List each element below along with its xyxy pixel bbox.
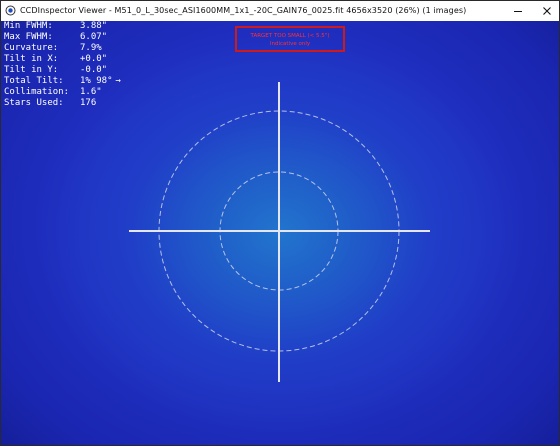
minimize-icon: [514, 11, 522, 12]
stat-label: Max FWHM:: [4, 32, 53, 42]
stat-value: -0.0": [80, 65, 108, 75]
minimize-button[interactable]: [504, 1, 532, 21]
title-bar[interactable]: CCDInspector Viewer - M51_0_L_30sec_ASI1…: [1, 1, 559, 21]
close-button[interactable]: [533, 1, 560, 21]
stat-row-collimation: Collimation: 1.6": [4, 87, 121, 98]
stat-value: 1.6": [80, 87, 102, 97]
stat-value: 1% 98°: [80, 76, 113, 86]
stat-label: Tilt in Y:: [4, 65, 59, 75]
stat-row-total-tilt: Total Tilt: 1% 98° →: [4, 76, 121, 87]
window-title: CCDInspector Viewer - M51_0_L_30sec_ASI1…: [20, 6, 467, 15]
warning-box: TARGET TOO SMALL (< 5.5") Indicative onl…: [235, 26, 345, 52]
stat-label: Stars Used:: [4, 98, 64, 108]
stat-row-tilt-y: Tilt in Y: -0.0": [4, 65, 121, 76]
stat-row-curvature: Curvature: 7.9%: [4, 43, 121, 54]
inspection-view[interactable]: Min FWHM: 3.88" Max FWHM: 6.07" Curvature:…: [1, 21, 559, 445]
stat-label: Min FWHM:: [4, 21, 53, 31]
app-icon: [5, 5, 16, 16]
stat-value: 3.88": [80, 21, 108, 31]
stat-label: Total Tilt:: [4, 76, 64, 86]
stat-label: Curvature:: [4, 43, 59, 53]
warning-line-2: Indicative only: [269, 41, 311, 47]
stat-row-tilt-x: Tilt in X: +0.0": [4, 54, 121, 65]
stat-label: Tilt in X:: [4, 54, 59, 64]
viewer-window: CCDInspector Viewer - M51_0_L_30sec_ASI1…: [0, 0, 560, 446]
stat-value: 176: [80, 98, 97, 108]
stat-value: 6.07": [80, 32, 108, 42]
warning-line-1: TARGET TOO SMALL (< 5.5"): [250, 33, 330, 39]
stat-value: 7.9%: [80, 43, 102, 53]
stat-row-stars-used: Stars Used: 176: [4, 98, 121, 109]
stat-row-min-fwhm: Min FWHM: 3.88": [4, 21, 121, 32]
stat-value: +0.0": [80, 54, 108, 64]
stat-label: Collimation:: [4, 87, 70, 97]
tilt-direction-arrow-icon: →: [115, 76, 121, 86]
close-icon: [543, 7, 551, 15]
stats-panel: Min FWHM: 3.88" Max FWHM: 6.07" Curvature:…: [4, 21, 121, 109]
stat-row-max-fwhm: Max FWHM: 6.07": [4, 32, 121, 43]
